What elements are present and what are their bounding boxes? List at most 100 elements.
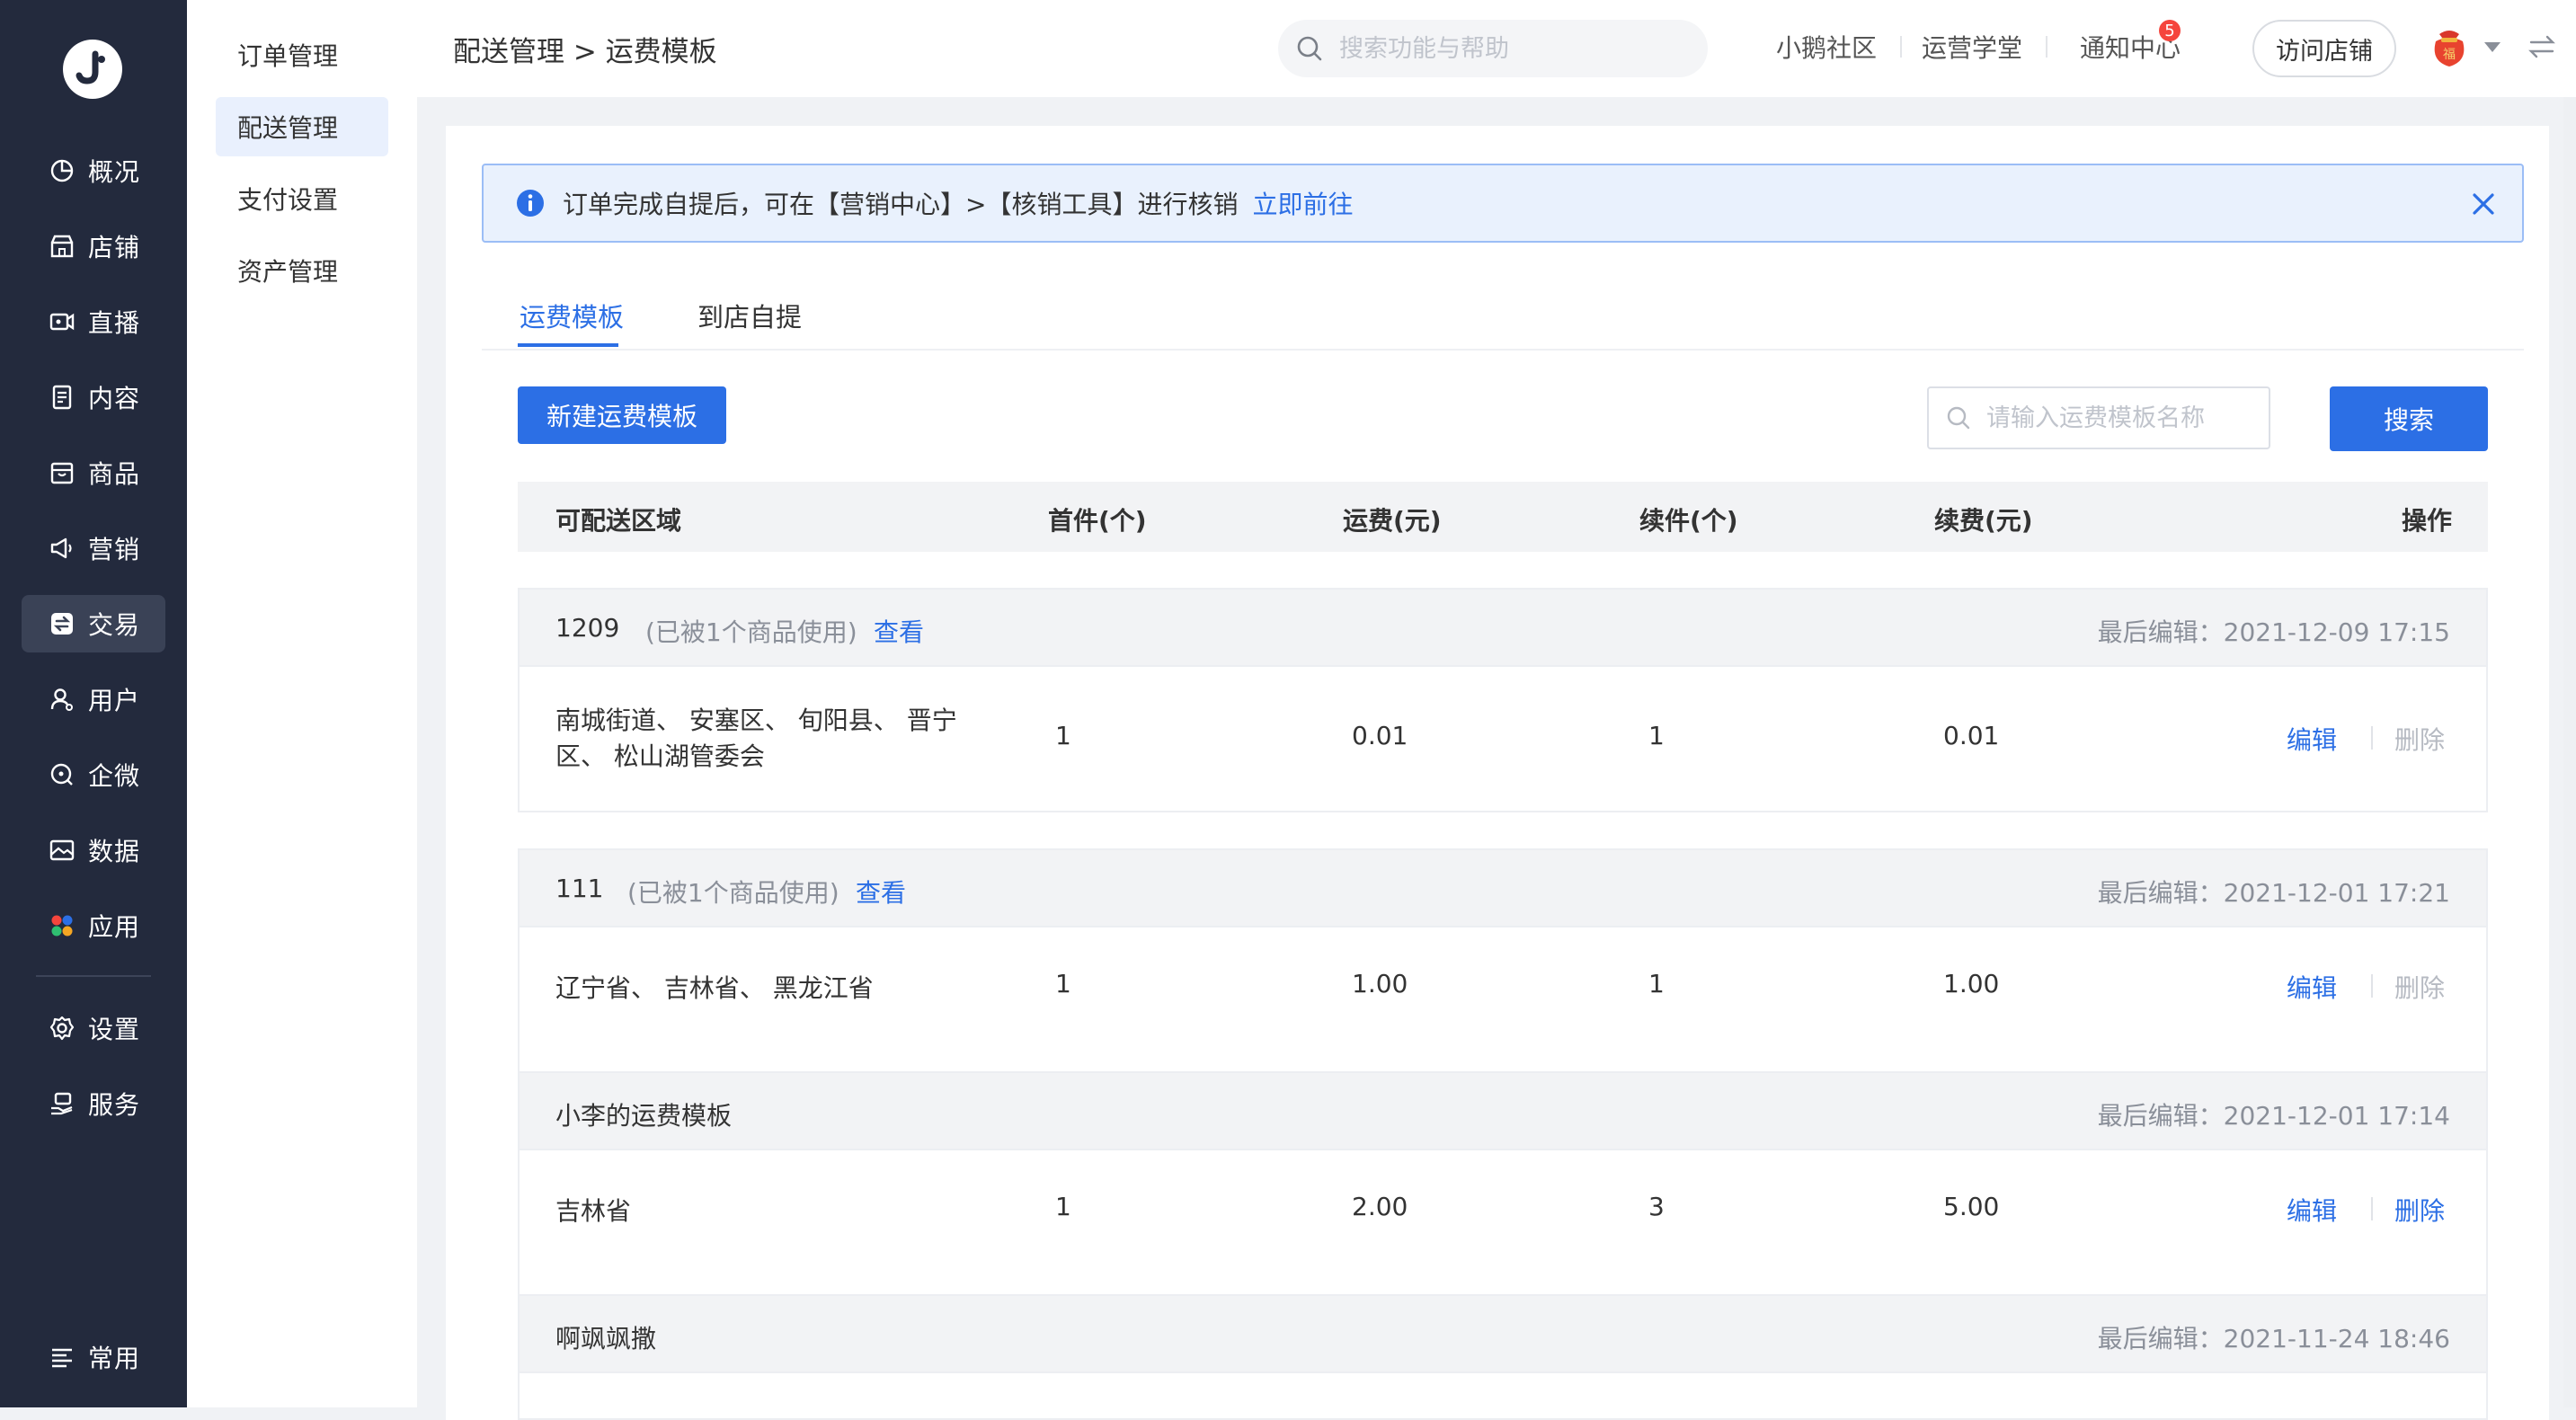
delete-link[interactable]: 删除 <box>2394 1192 2445 1228</box>
column-header: 操作 <box>2401 506 2452 536</box>
extra-fee: 5.00 <box>1943 1192 2000 1221</box>
live-camera-icon <box>49 308 76 335</box>
info-icon <box>517 190 544 217</box>
nav-item-store[interactable]: 店铺 <box>22 217 165 275</box>
submenu-item-assets[interactable]: 资产管理 <box>216 241 388 300</box>
template-name: 111 <box>555 874 604 903</box>
nav-item-label: 用户 <box>88 686 141 715</box>
nav-item-products[interactable]: 商品 <box>22 444 165 501</box>
template-group: 111 (已被1个商品使用) 查看 最后编辑：2021-12-01 17:21 … <box>518 848 2488 1073</box>
app-logo[interactable] <box>63 40 122 99</box>
nav-item-content[interactable]: 内容 <box>22 368 165 426</box>
exchange-icon <box>49 610 76 637</box>
delete-link: 删除 <box>2394 725 2446 755</box>
template-name: 啊飒飒撒 <box>555 1324 657 1353</box>
view-link[interactable]: 查看 <box>874 613 924 649</box>
search-button[interactable]: 搜索 <box>2330 386 2488 451</box>
template-usage: (已被1个商品使用) <box>627 878 839 908</box>
shipping-fee: 1.00 <box>1352 969 1408 998</box>
nav-item-apps[interactable]: 应用 <box>22 897 165 954</box>
search-icon <box>1297 36 1322 61</box>
box-icon <box>49 459 76 486</box>
avatar-text: 福 <box>2443 48 2456 62</box>
pie-chart-icon <box>49 157 76 184</box>
store-icon <box>49 233 76 260</box>
extra-fee: 0.01 <box>1943 721 2000 750</box>
nav-item-label: 常用 <box>88 1344 141 1373</box>
main-content: 订单完成自提后，可在【营销中心】>【核销工具】进行核销 立即前往 运费模板 到店… <box>446 126 2549 1420</box>
nav-item-marketing[interactable]: 营销 <box>22 519 165 577</box>
edit-link[interactable]: 编辑 <box>2287 1192 2337 1228</box>
page-scrollbar[interactable] <box>2563 97 2576 1407</box>
submenu-item-orders[interactable]: 订单管理 <box>216 25 388 84</box>
view-link[interactable]: 查看 <box>856 874 906 910</box>
nav-item-live[interactable]: 直播 <box>22 293 165 351</box>
close-icon[interactable] <box>2470 191 2497 217</box>
active-tab-indicator <box>518 343 618 347</box>
avatar[interactable]: 福 <box>2427 25 2472 70</box>
shipping-fee: 0.01 <box>1352 721 1408 750</box>
nav-item-label: 营销 <box>88 535 141 564</box>
nav-item-users[interactable]: 用户 <box>22 670 165 728</box>
template-group-header: 小李的运费模板 最后编辑：2021-12-01 17:14 <box>520 1073 2486 1150</box>
service-hand-icon <box>49 1090 76 1117</box>
chevron-down-icon[interactable] <box>2483 40 2502 54</box>
swap-icon[interactable] <box>2527 32 2556 61</box>
template-name: 1209 <box>555 613 620 643</box>
last-edited: 最后编辑：2021-12-01 17:14 <box>2097 1101 2450 1131</box>
template-search-field[interactable] <box>1927 386 2270 449</box>
nav-item-overview[interactable]: 概况 <box>22 142 165 200</box>
delivery-area: 南城街道、 安塞区、 旬阳县、 晋宁区、 松山湖管委会 <box>555 706 957 771</box>
last-edited: 最后编辑：2021-12-09 17:15 <box>2097 617 2450 647</box>
extra-item-count: 3 <box>1648 1192 1665 1221</box>
edit-link[interactable]: 编辑 <box>2287 721 2337 757</box>
breadcrumb: 配送管理 > 运费模板 <box>453 36 717 68</box>
nav-item-label: 商品 <box>88 459 141 489</box>
template-name: 小李的运费模板 <box>555 1101 733 1131</box>
tab-bar: 运费模板 到店自提 <box>482 277 2524 351</box>
last-edited: 最后编辑：2021-11-24 18:46 <box>2097 1324 2450 1353</box>
search-icon <box>1947 406 1970 430</box>
megaphone-icon <box>49 535 76 562</box>
nav-item-settings[interactable]: 设置 <box>22 999 165 1057</box>
user-icon <box>49 686 76 713</box>
template-group: 小李的运费模板 最后编辑：2021-12-01 17:14 吉林省 1 2.00… <box>518 1071 2488 1296</box>
submenu-item-label: 支付设置 <box>237 185 339 215</box>
nav-item-favorites[interactable]: 常用 <box>22 1328 165 1386</box>
global-search[interactable] <box>1278 20 1708 77</box>
template-group-header: 啊飒飒撒 最后编辑：2021-11-24 18:46 <box>520 1296 2486 1373</box>
link-community[interactable]: 小鹅社区 <box>1776 29 1877 65</box>
notice-text: 订单完成自提后，可在【营销中心】>【核销工具】进行核销 <box>563 190 1239 219</box>
new-template-button[interactable]: 新建运费模板 <box>518 386 726 444</box>
submenu-item-delivery[interactable]: 配送管理 <box>216 97 388 156</box>
delivery-area: 吉林省 <box>555 1196 632 1226</box>
submenu-item-payment[interactable]: 支付设置 <box>216 169 388 228</box>
header-divider <box>2046 36 2047 58</box>
shipping-fee: 2.00 <box>1352 1192 1408 1221</box>
nav-item-data[interactable]: 数据 <box>22 821 165 879</box>
edit-link[interactable]: 编辑 <box>2287 969 2337 1005</box>
template-search-input[interactable] <box>1985 403 2254 433</box>
tab-store-pickup[interactable]: 到店自提 <box>697 297 802 334</box>
notice-go-link[interactable]: 立即前往 <box>1252 185 1353 221</box>
nav-item-wecom[interactable]: 企微 <box>22 746 165 803</box>
column-header: 运费(元) <box>1343 506 1442 536</box>
action-divider <box>2371 974 2373 998</box>
nav-divider <box>36 975 151 977</box>
nav-item-label: 企微 <box>88 761 141 791</box>
nav-item-label: 概况 <box>88 157 141 187</box>
tab-shipping-templates[interactable]: 运费模板 <box>520 297 624 334</box>
top-header: 配送管理 > 运费模板 小鹅社区 运营学堂 通知中心 5 访问店铺 福 <box>417 0 2576 97</box>
link-academy[interactable]: 运营学堂 <box>1922 29 2022 65</box>
template-group: 啊飒飒撒 最后编辑：2021-11-24 18:46 <box>518 1294 2488 1420</box>
chat-bubble-icon <box>49 761 76 788</box>
nav-item-label: 应用 <box>88 912 141 942</box>
global-search-input[interactable] <box>1337 33 1679 64</box>
nav-item-label: 交易 <box>88 610 141 640</box>
nav-item-trade[interactable]: 交易 <box>22 595 165 652</box>
first-item-count: 1 <box>1055 1192 1071 1221</box>
nav-item-service[interactable]: 服务 <box>22 1075 165 1132</box>
image-chart-icon <box>49 837 76 864</box>
visit-store-button[interactable]: 访问店铺 <box>2252 20 2396 77</box>
last-edited: 最后编辑：2021-12-01 17:21 <box>2097 878 2450 908</box>
